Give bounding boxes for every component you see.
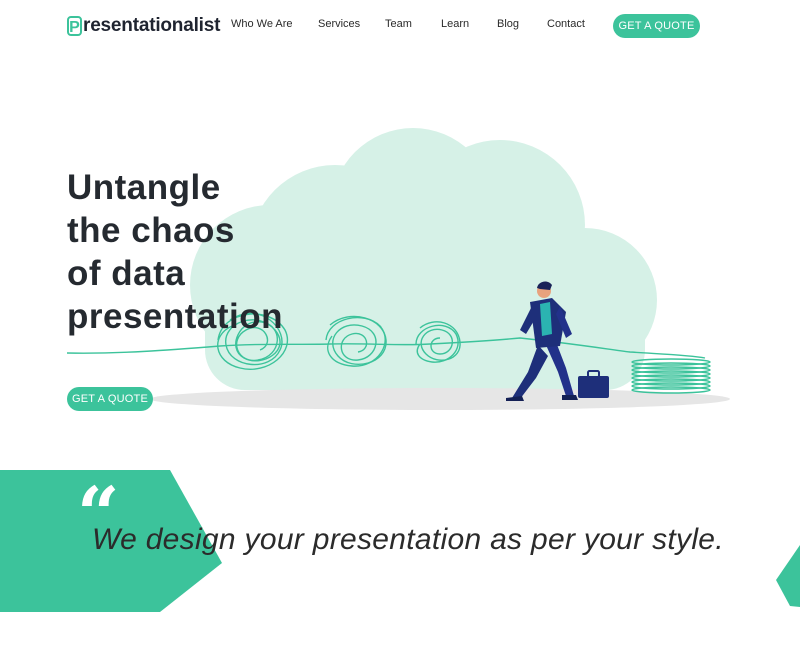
ground-shadow [150, 388, 730, 410]
quote-band-corner-shape [776, 545, 800, 607]
get-quote-header-button[interactable]: GET A QUOTE [613, 14, 700, 38]
nav-services[interactable]: Services [318, 18, 360, 30]
logo-text: resentationalist [83, 15, 221, 36]
nav-who-we-are[interactable]: Who We Are [231, 18, 293, 30]
hero-title-line: the chaos [67, 211, 235, 250]
hero-title: Untangle the chaos of data presentation [67, 166, 327, 338]
coiled-rope [631, 358, 711, 394]
hero-title-line: presentation [67, 297, 284, 336]
quote-text: We design your presentation as per your … [92, 523, 724, 556]
hero-title-line: Untangle [67, 168, 221, 207]
logo-mark: P [67, 16, 82, 36]
nav-contact[interactable]: Contact [547, 18, 585, 30]
get-quote-hero-button[interactable]: GET A QUOTE [67, 387, 153, 411]
nav-blog[interactable]: Blog [497, 18, 519, 30]
hero-title-line: of data [67, 254, 186, 293]
logo[interactable]: P resentationalist [67, 14, 220, 38]
nav-team[interactable]: Team [385, 18, 412, 30]
nav-learn[interactable]: Learn [441, 18, 469, 30]
